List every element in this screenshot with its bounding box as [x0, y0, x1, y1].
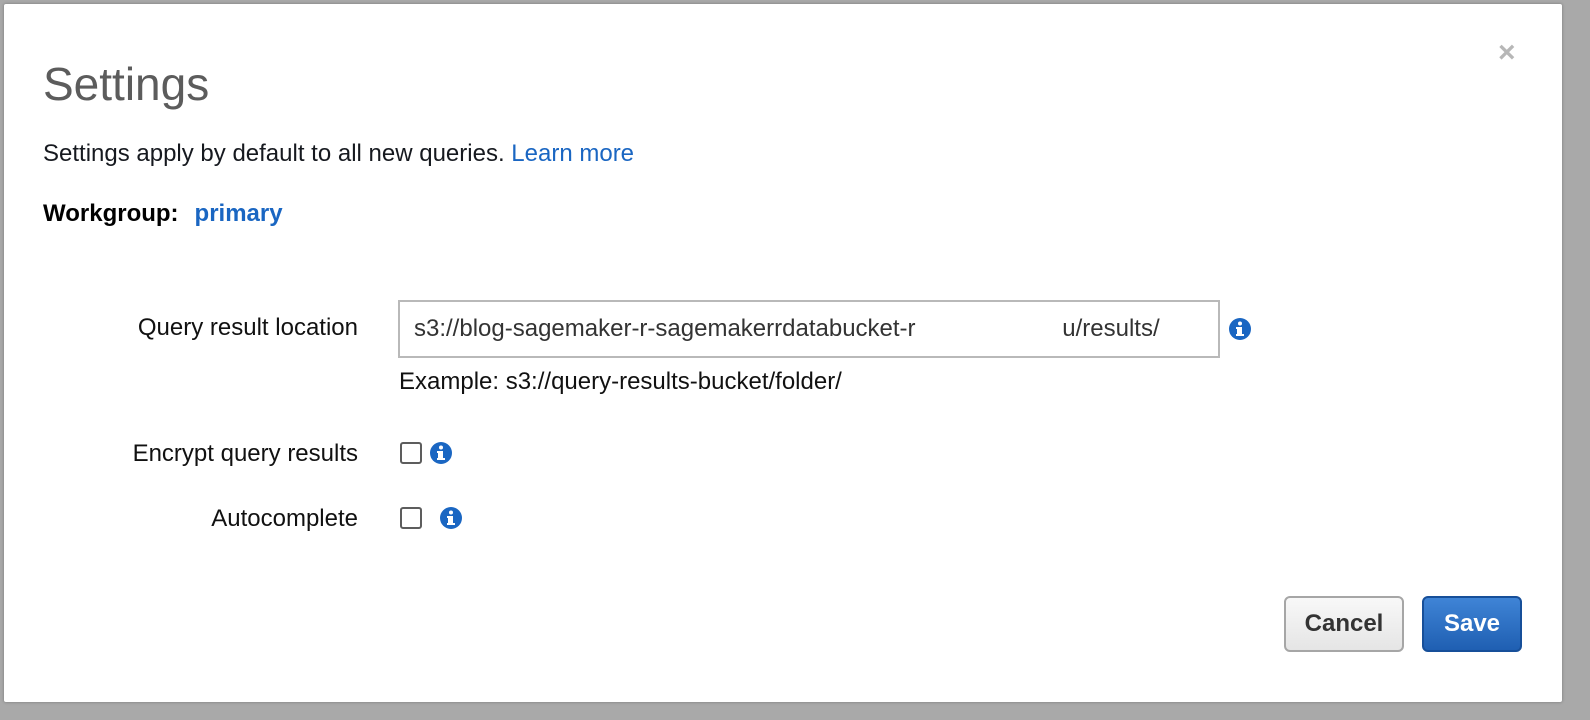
query-result-location-input[interactable]: [398, 300, 1220, 358]
encrypt-query-results-label: Encrypt query results: [132, 440, 358, 467]
workgroup-label: Workgroup:: [43, 200, 179, 227]
close-icon[interactable]: ×: [1498, 38, 1516, 68]
dialog-description: Settings apply by default to all new que…: [43, 138, 634, 170]
query-result-location-label: Query result location: [137, 314, 358, 341]
description-text: Settings apply by default to all new que…: [43, 140, 505, 167]
info-icon[interactable]: [439, 506, 463, 530]
info-icon[interactable]: [429, 441, 453, 465]
save-button[interactable]: Save: [1422, 596, 1522, 652]
dialog-title: Settings: [43, 58, 210, 110]
settings-dialog: × Settings Settings apply by default to …: [4, 4, 1562, 702]
autocomplete-checkbox[interactable]: [400, 507, 422, 529]
query-result-location-example: Example: s3://query-results-bucket/folde…: [399, 368, 842, 395]
encrypt-query-results-checkbox[interactable]: [400, 442, 422, 464]
workgroup-row: Workgroup: primary: [43, 198, 283, 230]
cancel-button[interactable]: Cancel: [1284, 596, 1404, 652]
learn-more-link[interactable]: Learn more: [511, 140, 634, 167]
info-icon[interactable]: [1228, 317, 1252, 341]
autocomplete-label: Autocomplete: [211, 505, 358, 532]
workgroup-value: primary: [194, 200, 283, 227]
